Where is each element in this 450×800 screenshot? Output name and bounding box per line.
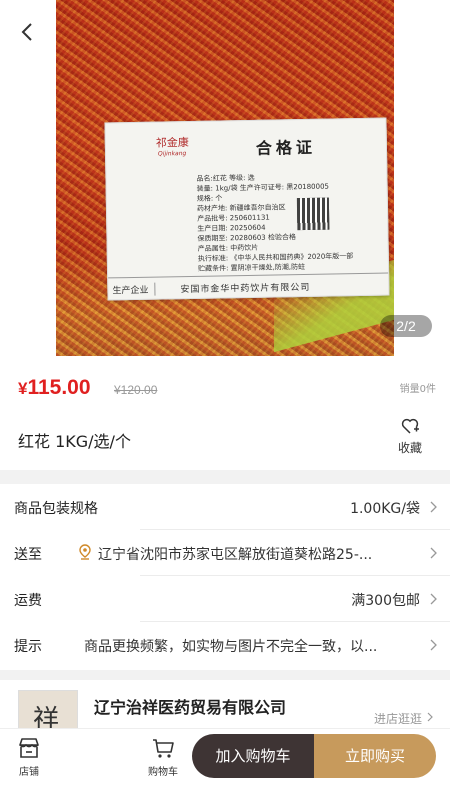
spec-row[interactable]: 商品包装规格 1.00KG/袋 xyxy=(0,484,450,530)
shipping-value: 满300包邮 xyxy=(351,593,420,609)
sales-count: 销量0件 xyxy=(399,384,436,395)
certificate-footer-value: 安国市金华中药饮片有限公司 xyxy=(180,282,311,296)
certificate-brand: 祁金康 xyxy=(155,136,189,150)
heart-plus-icon xyxy=(401,418,419,434)
certificate-label: 祁金康 Qijinkang 合格证 品名:红花 等级: 选 装量: 1kg/袋 … xyxy=(104,117,390,301)
back-button[interactable] xyxy=(14,18,42,46)
favorite-button[interactable]: 收藏 xyxy=(392,416,428,456)
shopping-cart-icon xyxy=(153,739,174,758)
tips-row[interactable]: 提示 商品更换频繁，如实物与图片不完全一致，以... xyxy=(0,622,450,668)
chevron-right-icon xyxy=(430,501,437,513)
chevron-right-icon xyxy=(430,593,437,605)
shipping-label: 运费 xyxy=(14,593,42,609)
product-gallery[interactable]: 祁金康 Qijinkang 合格证 品名:红花 等级: 选 装量: 1kg/袋 … xyxy=(0,0,450,360)
spec-value: 1.00KG/袋 xyxy=(350,501,420,517)
certificate-footer-label: 生产企业 xyxy=(112,282,156,297)
tips-value: 商品更换频繁，如实物与图片不完全一致，以... xyxy=(84,639,378,655)
certificate-brand-sub: Qijinkang xyxy=(157,150,187,158)
chevron-right-icon xyxy=(427,712,433,722)
ship-to-label: 送至 xyxy=(14,547,42,563)
chevron-right-icon xyxy=(430,547,437,559)
store-label: 店铺 xyxy=(19,767,39,778)
shop-name: 辽宁治祥医药贸易有限公司 xyxy=(94,698,287,717)
ship-to-address: 辽宁省沈阳市苏家屯区解放街道葵松路25-... xyxy=(98,547,373,563)
price-value: 115.00 xyxy=(27,376,91,399)
shipping-row[interactable]: 运费 满300包邮 xyxy=(0,576,450,622)
spec-label: 商品包装规格 xyxy=(14,501,98,517)
certificate-footer: 生产企业 安国市金华中药饮片有限公司 xyxy=(108,272,389,300)
bottom-action-bar: 店铺 购物车 加入购物车 立即购买 xyxy=(0,728,450,800)
location-pin-icon xyxy=(79,544,91,560)
chevron-left-icon xyxy=(21,23,32,41)
chevron-right-icon xyxy=(430,639,437,651)
certificate-lines: 品名:红花 等级: 选 装量: 1kg/袋 生产许可证号: 黑20180005 … xyxy=(196,171,353,274)
buy-now-button[interactable]: 立即购买 xyxy=(314,734,436,778)
product-title: 红花 1KG/选/个 xyxy=(18,432,131,451)
current-price: ¥115.00 xyxy=(18,376,91,400)
price-card: ¥115.00 ¥120.00 销量0件 红花 1KG/选/个 收藏 xyxy=(0,360,450,470)
product-info-list: 商品包装规格 1.00KG/袋 送至 辽宁省沈阳市苏家屯区解放街道葵松路25-.… xyxy=(0,484,450,670)
ship-to-row[interactable]: 送至 辽宁省沈阳市苏家屯区解放街道葵松路25-... xyxy=(0,530,450,576)
original-price: ¥120.00 xyxy=(114,383,158,397)
image-counter: 2/2 xyxy=(380,315,432,337)
store-icon xyxy=(19,738,39,758)
certificate-title: 合格证 xyxy=(255,137,317,158)
cart-label: 购物车 xyxy=(148,767,178,778)
visit-shop-link[interactable]: 进店逛逛 xyxy=(374,710,422,727)
store-tab[interactable]: 店铺 xyxy=(4,735,54,778)
add-to-cart-button[interactable]: 加入购物车 xyxy=(192,734,314,778)
qr-code-icon xyxy=(296,197,330,231)
product-photo: 祁金康 Qijinkang 合格证 品名:红花 等级: 选 装量: 1kg/袋 … xyxy=(56,0,394,356)
certificate-line: 贮藏条件: 置阴凉干燥处,防潮,防蛀 xyxy=(197,262,306,273)
tips-label: 提示 xyxy=(14,639,42,655)
cart-tab[interactable]: 购物车 xyxy=(138,735,188,778)
favorite-label: 收藏 xyxy=(397,441,422,455)
